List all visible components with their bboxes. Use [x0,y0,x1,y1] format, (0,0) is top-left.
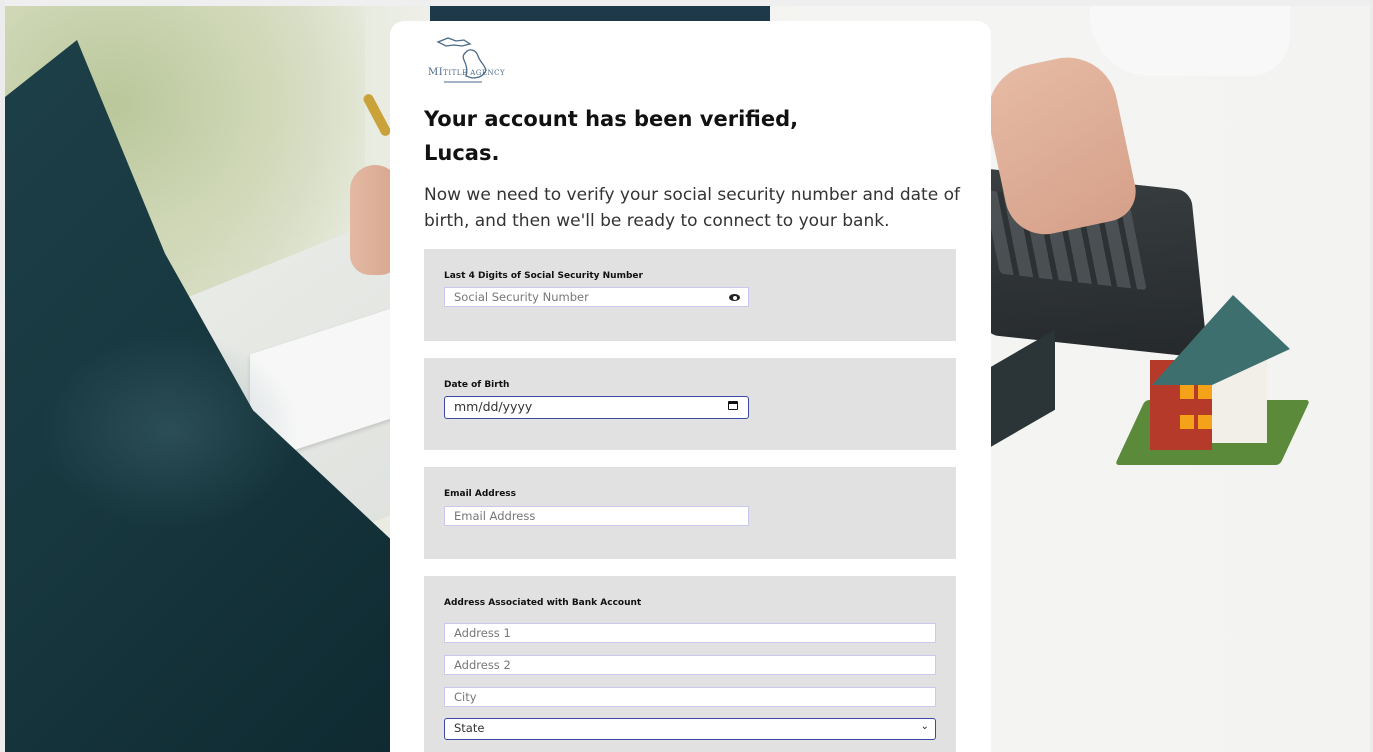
background-pen [361,92,393,138]
address2-placeholder: Address 2 [454,658,511,672]
email-panel: Email Address Email Address [424,467,956,559]
ssn-panel: Last 4 Digits of Social Security Number … [424,249,956,341]
page-title: Your account has been verified, Lucas. [424,102,944,170]
dob-label: Date of Birth [444,380,510,390]
ssn-placeholder: Social Security Number [454,290,589,304]
dob-input[interactable]: mm/dd/yyyy [444,396,749,419]
logo-wordmark: MITITLE AGENCY [428,67,506,78]
email-label: Email Address [444,489,517,499]
left-edge [0,0,5,752]
address-label: Address Associated with Bank Account [444,598,642,608]
house-window [1198,415,1212,429]
page-subtitle: Now we need to verify your social securi… [424,185,960,231]
chevron-down-icon: ⌄ [920,721,929,732]
city-placeholder: City [454,690,477,704]
title-line-2: Lucas. [424,141,500,165]
email-placeholder: Email Address [454,509,536,523]
background-book [985,329,1055,451]
background-suit-shine [40,330,300,530]
dob-panel: Date of Birth mm/dd/yyyy [424,358,956,450]
address-panel: Address Associated with Bank Account Add… [424,576,956,752]
email-input[interactable]: Email Address [444,506,749,526]
dob-placeholder: mm/dd/yyyy [454,399,533,414]
title-line-1: Your account has been verified, [424,107,799,131]
city-input[interactable]: City [444,687,936,707]
address1-placeholder: Address 1 [454,626,511,640]
house-window [1180,385,1194,399]
calendar-icon[interactable] [728,401,738,410]
state-selected-value: State [454,721,485,735]
state-select[interactable]: State ⌄ [444,718,936,740]
address2-input[interactable]: Address 2 [444,655,936,675]
house-window [1198,385,1212,399]
background-white-sleeve [1090,6,1290,76]
ssn-label: Last 4 Digits of Social Security Number [444,271,643,281]
house-window [1180,415,1194,429]
address1-input[interactable]: Address 1 [444,623,936,643]
top-strip [0,0,1373,6]
eye-icon[interactable] [729,294,740,301]
ssn-input[interactable]: Social Security Number [444,287,749,307]
